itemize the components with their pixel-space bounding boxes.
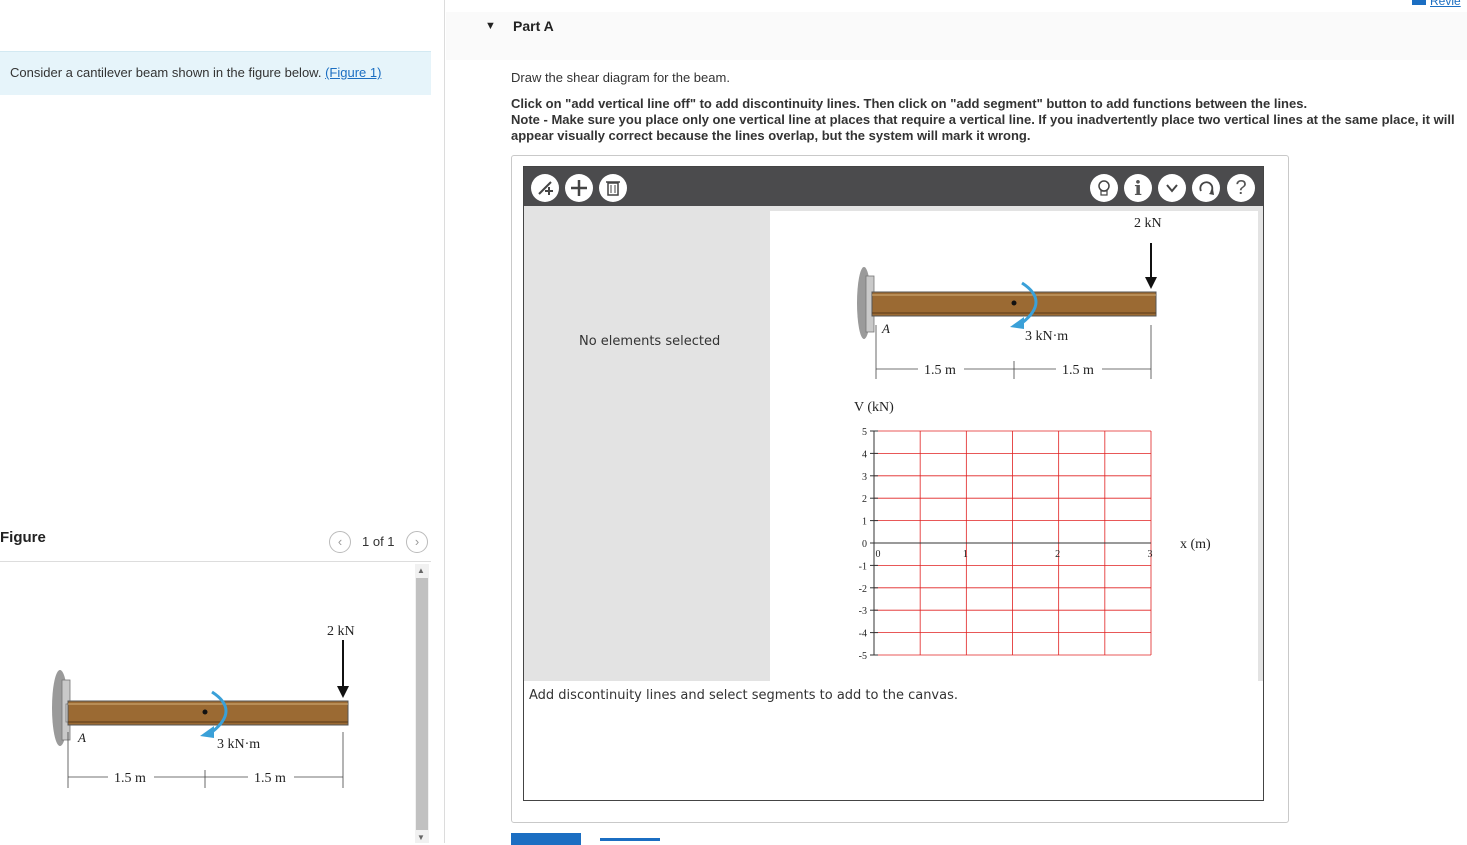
question-text: Draw the shear diagram for the beam. [511, 70, 730, 85]
y-tick-label: -4 [859, 629, 867, 640]
toolbar [524, 167, 1263, 206]
info-icon: i [1134, 176, 1142, 200]
y-tick-label: 3 [862, 472, 867, 483]
part-header[interactable] [446, 12, 1467, 60]
add-segment-icon [571, 180, 587, 196]
instruction-line: Click on "add vertical line off" to add … [511, 96, 1308, 111]
help-button[interactable]: ? [1227, 174, 1255, 202]
canvas-span2-label: 1.5 m [1062, 363, 1094, 378]
canvas-moment-label: 3 kN·m [1025, 329, 1068, 344]
request-answer-link[interactable] [600, 838, 660, 841]
beam-figure-left: A 3 kN·m 2 kN 1.5 m 1.5 m [52, 624, 355, 788]
problem-intro-text: Consider a cantilever beam shown in the … [10, 65, 322, 80]
scroll-up-icon[interactable]: ▲ [417, 566, 425, 575]
chevron-left-icon: ‹ [337, 534, 343, 549]
shear-y-ticks: 5 4 3 2 1 0 -1 -2 -3 -4 -5 [859, 427, 878, 662]
y-tick-label: 0 [862, 539, 867, 550]
scroll-down-icon[interactable]: ▼ [417, 833, 425, 842]
hint-icon [1098, 180, 1110, 196]
submit-button[interactable] [511, 833, 581, 845]
support-label: A [77, 730, 86, 745]
problem-intro: Consider a cantilever beam shown in the … [10, 65, 381, 80]
help-icon: ? [1235, 177, 1247, 199]
canvas-support-label: A [881, 321, 890, 336]
reset-button[interactable] [1192, 174, 1220, 202]
y-tick-label: 2 [862, 494, 867, 505]
status-message: Add discontinuity lines and select segme… [529, 688, 958, 703]
figure-title: Figure [0, 529, 46, 546]
x-tick-label: 3 [1148, 549, 1153, 560]
prev-figure-button[interactable]: ‹ [329, 531, 351, 553]
add-vertical-line-button[interactable] [531, 174, 559, 202]
span1-label: 1.5 m [114, 771, 146, 786]
y-tick-label: -3 [859, 606, 867, 617]
figure-pager: 1 of 1 [362, 534, 395, 549]
figure-header-divider [0, 561, 431, 562]
moment-label: 3 kN·m [217, 737, 260, 752]
y-tick-label: -2 [859, 584, 867, 595]
part-title: Part A [513, 18, 554, 34]
shear-x-ticks: 0 1 2 3 [876, 549, 1153, 560]
hint-button[interactable] [1090, 174, 1118, 202]
review-link[interactable]: Revie [1430, 0, 1461, 8]
instruction-note: Note - Make sure you place only one vert… [511, 112, 1455, 143]
y-tick-label: 1 [862, 517, 867, 528]
x-tick-label: 0 [876, 549, 881, 560]
reset-icon [1199, 181, 1214, 195]
y-tick-label: -5 [859, 651, 867, 662]
column-divider [444, 0, 445, 843]
instructions: Click on "add vertical line off" to add … [511, 96, 1461, 144]
x-tick-label: 2 [1055, 549, 1060, 560]
next-figure-button[interactable]: › [406, 531, 428, 553]
properties-panel [524, 206, 768, 681]
beam-body [67, 700, 349, 726]
y-tick-label: -1 [859, 561, 867, 572]
canvas-svg[interactable]: A 3 kN·m 2 kN 1.5 m 1.5 m V (kN) 543210-… [770, 211, 1258, 681]
add-vertical-line-icon [538, 181, 553, 195]
info-button[interactable]: i [1124, 174, 1152, 202]
dropdown-button[interactable] [1158, 174, 1186, 202]
canvas-span1-label: 1.5 m [924, 363, 956, 378]
no-selection-message: No elements selected [579, 334, 721, 349]
x-axis-label: x (m) [1180, 537, 1211, 552]
figure-scrollbar-thumb[interactable] [416, 578, 428, 830]
x-tick-label: 1 [963, 549, 968, 560]
delete-button[interactable] [599, 174, 627, 202]
shear-axis-label: V (kN) [854, 400, 894, 415]
review-icon[interactable] [1412, 0, 1426, 5]
beam-figure-canvas: A 3 kN·m 2 kN 1.5 m 1.5 m [857, 216, 1162, 379]
canvas-load-label: 2 kN [1134, 216, 1162, 231]
shear-grid [873, 430, 1152, 656]
dropdown-icon [1166, 184, 1178, 193]
delete-icon [606, 181, 620, 196]
add-segment-button[interactable] [565, 174, 593, 202]
figure-link[interactable]: (Figure 1) [325, 65, 381, 80]
chevron-right-icon: › [414, 534, 420, 549]
y-tick-label: 5 [862, 427, 867, 438]
collapse-caret-icon[interactable]: ▼ [485, 20, 496, 32]
drawing-canvas[interactable]: A 3 kN·m 2 kN 1.5 m 1.5 m V (kN) 543210-… [770, 211, 1258, 681]
y-tick-label: 4 [862, 449, 867, 460]
span2-label: 1.5 m [254, 771, 286, 786]
load-label: 2 kN [327, 624, 355, 639]
